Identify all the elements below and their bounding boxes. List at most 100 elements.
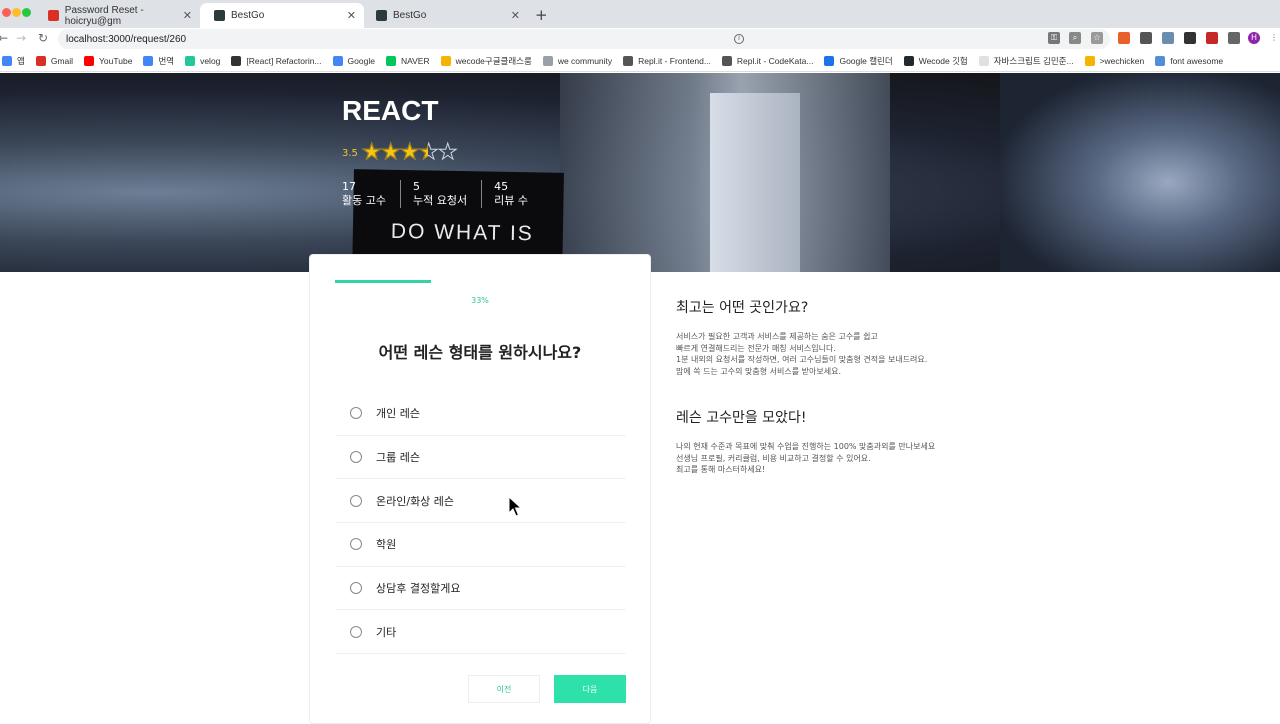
- reload-icon[interactable]: ↻: [38, 31, 48, 45]
- option-other[interactable]: 기타: [336, 610, 626, 655]
- bookmark-item[interactable]: Wecode 깃헙: [903, 55, 968, 67]
- extension-icon[interactable]: [1206, 32, 1218, 44]
- back-icon[interactable]: ←: [0, 31, 8, 45]
- bookmark-item[interactable]: font awesome: [1155, 55, 1224, 66]
- bookmark-favicon-icon: [721, 55, 732, 66]
- prev-button[interactable]: 이전: [468, 675, 540, 703]
- stat-value: 17: [342, 180, 356, 193]
- radio-button[interactable]: [350, 451, 362, 464]
- bookmark-item[interactable]: [React] Refactorin...: [231, 55, 322, 66]
- radio-button[interactable]: [350, 407, 362, 420]
- close-window-button[interactable]: [2, 8, 11, 17]
- bookmark-label: [React] Refactorin...: [246, 55, 322, 66]
- tab-close-icon[interactable]: ✕: [511, 9, 520, 22]
- bookmark-label: 자바스크립트 김민준...: [993, 55, 1074, 66]
- bookmark-label: Google 캘린더: [839, 55, 893, 66]
- address-bar[interactable]: i localhost:3000/request/260: [58, 29, 1110, 49]
- option-private-lesson[interactable]: 개인 레슨: [336, 392, 626, 436]
- bookmark-item[interactable]: Google: [332, 55, 375, 66]
- radio-button[interactable]: [350, 538, 362, 551]
- bookmark-item[interactable]: Repl.it - Frontend...: [623, 55, 711, 66]
- bookmark-label: wecode구글클래스룸: [455, 55, 532, 66]
- browser-toolbar: ← → ↻ i localhost:3000/request/260 ⚿ ⌕ ☆…: [0, 28, 1280, 50]
- bookmark-item[interactable]: wecode구글클래스룸: [440, 55, 532, 67]
- stat-label: 리뷰 수: [494, 194, 528, 207]
- radio-button[interactable]: [350, 582, 362, 595]
- tab-password-reset[interactable]: Password Reset - hoicryu@gm ✕: [34, 3, 200, 28]
- puzzle-icon[interactable]: [1228, 32, 1240, 44]
- bookmark-label: font awesome: [1170, 55, 1224, 66]
- bookmark-label: 번역: [158, 55, 175, 66]
- option-decide-after-consult[interactable]: 상담후 결정할게요: [336, 567, 626, 611]
- bookmark-label: YouTube: [99, 55, 133, 66]
- bookmark-item[interactable]: >wechicken: [1084, 55, 1144, 66]
- bookmark-item[interactable]: Google 캘린더: [824, 55, 893, 67]
- radio-button[interactable]: [350, 494, 362, 507]
- about-line: 서비스가 필요한 고객과 서비스를 제공하는 숨은 고수를 쉽고: [676, 332, 878, 341]
- address-text: localhost:3000/request/260: [66, 33, 187, 45]
- hero-background-light: [1000, 73, 1280, 272]
- extension-icon[interactable]: [1162, 32, 1174, 44]
- key-icon[interactable]: ⚿: [1048, 32, 1060, 44]
- stat-value: 5: [412, 180, 420, 193]
- lesson-line: 선생님 프로필, 커리큘럼, 비용 비교하고 결정할 수 있어요.: [676, 453, 871, 463]
- site-info-icon[interactable]: i: [734, 34, 744, 44]
- tab-close-icon[interactable]: ✕: [183, 9, 192, 22]
- bookmark-label: 앱: [17, 55, 25, 66]
- profile-avatar[interactable]: H: [1248, 32, 1260, 44]
- star-icon: ★★: [399, 140, 420, 165]
- extension-icon[interactable]: [1118, 32, 1130, 44]
- option-online-lesson[interactable]: 온라인/화상 레슨: [336, 479, 626, 524]
- bookmark-label: Wecode 깃헙: [918, 55, 968, 66]
- lesson-line: 최고를 통해 마스터하세요!: [676, 465, 766, 474]
- bookmark-star-icon[interactable]: ☆: [1091, 32, 1103, 44]
- star-icon: ★★: [418, 140, 439, 165]
- bookmark-item[interactable]: velog: [185, 55, 220, 66]
- bookmark-item[interactable]: we community: [542, 55, 612, 66]
- bookmark-favicon-icon: [824, 55, 835, 66]
- new-tab-button[interactable]: +: [535, 6, 548, 24]
- options-list: 개인 레슨 그룹 레슨 온라인/화상 레슨 학원 상담후 결정할게요 기타: [336, 392, 626, 655]
- zoom-window-button[interactable]: [22, 8, 31, 17]
- rating: 3.5 ★★★★★★★★★★: [342, 140, 458, 165]
- bookmark-item[interactable]: NAVER: [385, 55, 430, 66]
- extension-icon[interactable]: [1140, 32, 1152, 44]
- extension-icon[interactable]: [1184, 32, 1196, 44]
- bookmark-item[interactable]: 자바스크립트 김민준...: [978, 55, 1074, 67]
- option-label: 상담후 결정할게요: [376, 582, 461, 596]
- option-label: 학원: [376, 538, 397, 552]
- option-label: 개인 레슨: [376, 407, 420, 421]
- bookmark-item[interactable]: Repl.it - CodeKata...: [721, 55, 813, 66]
- radio-button[interactable]: [350, 625, 362, 638]
- bookmark-item[interactable]: 앱: [2, 55, 25, 67]
- screen-text: DO WHAT IS: [390, 219, 534, 246]
- minimize-window-button[interactable]: [12, 8, 21, 17]
- star-icon: ★★: [437, 140, 458, 165]
- rating-stars: ★★★★★★★★★★: [361, 140, 458, 165]
- bookmark-label: NAVER: [400, 55, 430, 66]
- option-academy[interactable]: 학원: [336, 523, 626, 567]
- tab-close-icon[interactable]: ✕: [347, 9, 356, 22]
- forward-icon[interactable]: →: [16, 31, 26, 45]
- bookmark-favicon-icon: [903, 55, 914, 66]
- bookmark-item[interactable]: 번역: [143, 55, 174, 67]
- tab-bestgo[interactable]: BestGo ✕: [362, 3, 528, 28]
- next-button[interactable]: 다음: [554, 675, 626, 703]
- option-group-lesson[interactable]: 그룹 레슨: [336, 436, 626, 480]
- about-line: 맘에 쏙 드는 고수의 맞춤형 서비스를 받아보세요.: [676, 366, 841, 376]
- menu-icon[interactable]: ⋮: [1268, 32, 1280, 44]
- rating-value: 3.5: [342, 147, 358, 159]
- bookmark-favicon-icon: [1084, 55, 1095, 66]
- bookmark-favicon-icon: [978, 55, 989, 66]
- bookmark-item[interactable]: YouTube: [84, 55, 133, 66]
- bookmark-item[interactable]: Gmail: [35, 55, 73, 66]
- bookmark-favicon-icon: [143, 55, 154, 66]
- zoom-icon[interactable]: ⌕: [1069, 32, 1081, 44]
- stat-label: 누적 요청서: [412, 194, 468, 207]
- lesson-section: 레슨 고수만을 모았다! 나의 현재 수준과 목표에 맞춰 수업을 진행하는 1…: [676, 407, 1016, 476]
- bookmark-favicon-icon: [623, 55, 634, 66]
- bookmark-favicon-icon: [231, 55, 242, 66]
- lesson-title: 레슨 고수만을 모았다!: [676, 410, 807, 426]
- bookmark-favicon-icon: [35, 55, 46, 66]
- tab-bestgo-active[interactable]: BestGo ✕: [200, 3, 364, 28]
